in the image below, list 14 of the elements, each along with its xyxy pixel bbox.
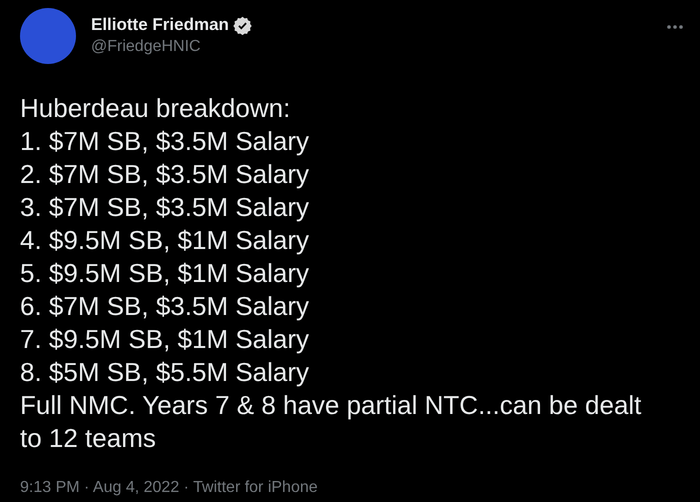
tweet-text-line: 2. $7M SB, $3.5M Salary [20, 158, 310, 191]
tweet-text-line: 6. $7M SB, $3.5M Salary [20, 290, 310, 323]
tweet-text-line: 5. $9.5M SB, $1M Salary [20, 257, 310, 290]
more-options-icon[interactable] [666, 24, 684, 30]
tweet-timestamp[interactable]: 9:13 PM · Aug 4, 2022 · Twitter for iPhone [20, 479, 318, 496]
tweet-text-line: 3. $7M SB, $3.5M Salary [20, 191, 310, 224]
tweet-text-line: 4. $9.5M SB, $1M Salary [20, 224, 310, 257]
tweet-text-line: Full NMC. Years 7 & 8 have partial NTC...can be dealt to 12 teams [20, 389, 642, 455]
tweet-text-line: 7. $9.5M SB, $1M Salary [20, 323, 310, 356]
tweet-text-line: Huberdeau breakdown: [20, 92, 290, 125]
tweet-text-line: 1. $7M SB, $3.5M Salary [20, 125, 310, 158]
author-name[interactable]: Elliotte Friedman [91, 15, 229, 35]
author-handle[interactable]: @FriedgeHNIC [91, 38, 651, 56]
tweet-text-line: 8. $5M SB, $5.5M Salary [20, 356, 310, 389]
